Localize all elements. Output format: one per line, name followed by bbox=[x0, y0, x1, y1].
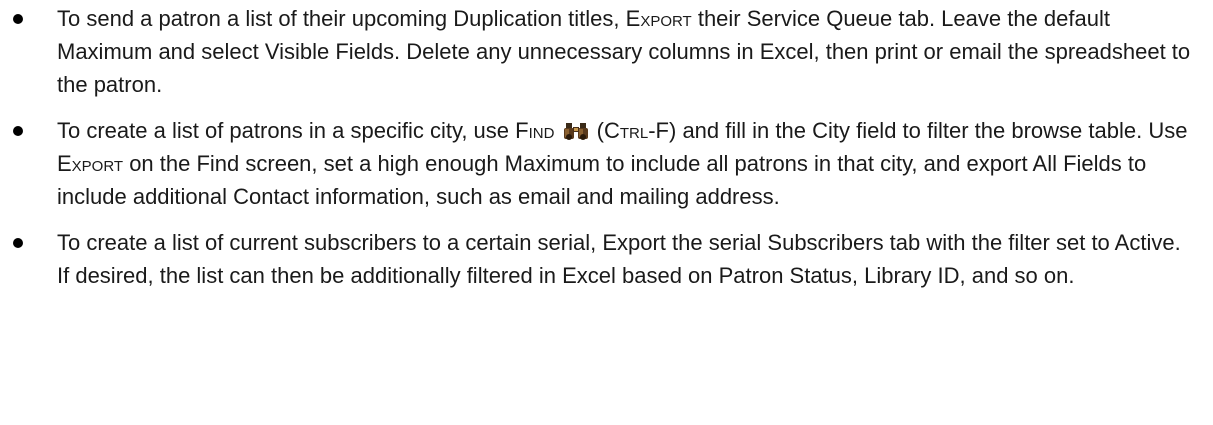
bullet-marker bbox=[13, 14, 23, 24]
bullet-text: ( bbox=[590, 118, 604, 143]
bullet-text: ) and fill in the City field to filter t… bbox=[669, 118, 1188, 143]
bullet-text: To create a list of current subscribers … bbox=[57, 230, 1181, 288]
export-command: Export bbox=[57, 151, 124, 176]
bullet-marker bbox=[13, 126, 23, 136]
binoculars-icon bbox=[563, 117, 589, 140]
bullet-item-find-city: To create a list of patrons in a specifi… bbox=[0, 114, 1213, 213]
bullet-marker bbox=[13, 238, 23, 248]
bullet-text: To send a patron a list of their upcomin… bbox=[57, 6, 626, 31]
document-page: To send a patron a list of their upcomin… bbox=[0, 0, 1213, 425]
bullet-item-serial-subscribers: To create a list of current subscribers … bbox=[0, 226, 1213, 292]
bullet-list: To send a patron a list of their upcomin… bbox=[0, 0, 1213, 292]
bullet-text: To create a list of patrons in a specifi… bbox=[57, 118, 516, 143]
bullet-text: on the Find screen, set a high enough Ma… bbox=[57, 151, 1147, 209]
bullet-item-export-service-queue: To send a patron a list of their upcomin… bbox=[0, 0, 1213, 101]
ctrl-f-shortcut: Ctrl-F bbox=[604, 118, 669, 143]
find-command: Find bbox=[515, 118, 555, 143]
export-command: Export bbox=[625, 6, 692, 31]
